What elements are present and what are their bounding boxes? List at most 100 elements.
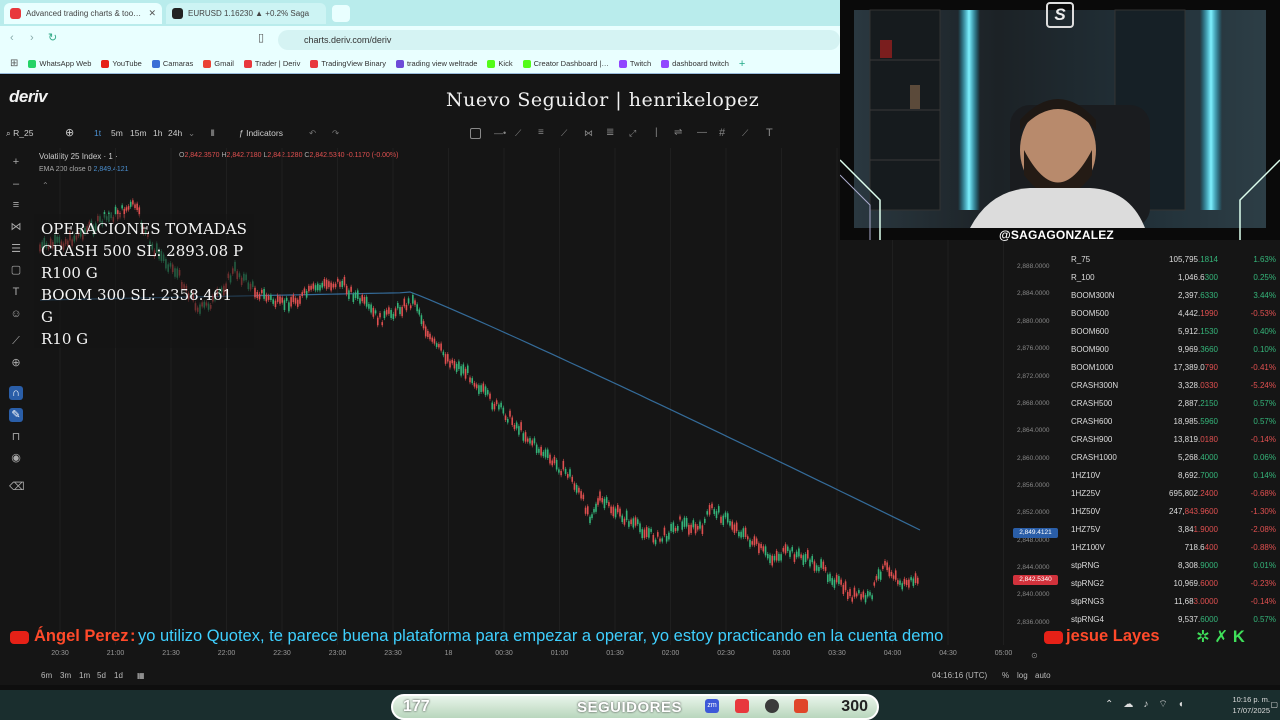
add-chart-icon[interactable]: ⊕ — [65, 126, 74, 139]
watchlist-row[interactable]: BOOM600 5,912.1530 0.40% — [1063, 322, 1280, 340]
brave-icon[interactable] — [794, 699, 808, 713]
bookmark-kick[interactable]: Kick — [487, 59, 513, 68]
ruler-icon[interactable]: ⟋ — [9, 334, 23, 348]
tf-1t[interactable]: 1t — [94, 128, 101, 138]
emoji-icon[interactable]: ☺ — [9, 307, 23, 321]
vertical-line-tool-icon[interactable]: | — [655, 127, 658, 138]
text-icon[interactable]: T — [9, 285, 23, 299]
text-tool-icon[interactable]: T — [766, 127, 773, 139]
ema-legend[interactable]: EMA 200 close 0 2,849.4121 — [39, 166, 129, 173]
bookmark-creator-dashboard[interactable]: Creator Dashboard |… — [522, 59, 609, 68]
reload-icon[interactable]: ↻ — [48, 31, 57, 44]
horizontal-line-tool-icon[interactable]: — — [697, 127, 707, 138]
list-icon[interactable]: ☰ — [9, 242, 23, 256]
range-1d[interactable]: 1d — [114, 671, 123, 680]
bookmark-gmail[interactable]: Gmail — [203, 59, 234, 68]
bookmark-tradingview-binary[interactable]: TradingView Binary — [310, 59, 386, 68]
watchlist-row[interactable]: stpRNG2 10,969.6000 -0.23% — [1063, 574, 1280, 592]
rectangle-tool-icon[interactable] — [470, 128, 481, 139]
watchlist-row[interactable]: stpRNG4 9,537.6000 0.57% — [1063, 610, 1280, 628]
indicators-button[interactable]: ƒ Indicators — [239, 128, 283, 138]
ray-tool-icon[interactable]: —• — [494, 128, 506, 138]
watchlist-row[interactable]: CRASH1000 5,268.4000 0.06% — [1063, 448, 1280, 466]
symbol-search[interactable]: ⌕ R_25 — [6, 128, 33, 139]
tf-15m[interactable]: 15m — [130, 128, 147, 138]
bookmark-twitch[interactable]: Twitch — [618, 59, 651, 68]
pitchfork-tool-icon[interactable]: ⤢ — [629, 128, 636, 139]
bookmark-tradingview-weltrade[interactable]: trading view weltrade — [395, 59, 477, 68]
notification-icon[interactable]: ▢ — [1270, 700, 1278, 709]
watchlist-row[interactable]: BOOM1000 17,389.0790 -0.41% — [1063, 358, 1280, 376]
tf-5m[interactable]: 5m — [111, 128, 123, 138]
log-scale-toggle[interactable]: log — [1017, 671, 1028, 680]
pencil-lock-icon[interactable]: ✎ — [9, 408, 23, 422]
tf-24h[interactable]: 24h — [168, 128, 182, 138]
url-field[interactable]: charts.deriv.com/deriv — [278, 30, 840, 50]
percent-scale-toggle[interactable]: % — [1002, 671, 1009, 680]
range-6m[interactable]: 6m — [41, 671, 52, 680]
apps-grid-icon[interactable]: ⊞ — [10, 58, 18, 69]
tf-1h[interactable]: 1h — [153, 128, 162, 138]
bookmark-camaras[interactable]: Camaras — [151, 59, 193, 68]
magnet-icon[interactable]: ∩ — [9, 386, 23, 400]
zoom-icon[interactable]: ⊕ — [9, 356, 23, 370]
redo-icon[interactable]: ↷ — [332, 128, 339, 139]
watchlist-row[interactable]: 1HZ25V 695,802.2400 -0.68% — [1063, 484, 1280, 502]
deriv-app-icon[interactable] — [735, 699, 749, 713]
trend-tool-icon[interactable]: ⟋ — [515, 128, 521, 139]
range-1m[interactable]: 1m — [79, 671, 90, 680]
watchlist-row[interactable]: R_100 1,046.6300 0.25% — [1063, 268, 1280, 286]
system-clock[interactable]: 10:16 p. m. 17/07/2025 — [1232, 694, 1270, 716]
new-tab-button[interactable] — [332, 5, 350, 22]
watchlist-row[interactable]: 1HZ75V 3,841.9000 -2.08% — [1063, 520, 1280, 538]
range-5d[interactable]: 5d — [97, 671, 106, 680]
bookmark-whatsapp[interactable]: WhatsApp Web — [28, 59, 91, 68]
pattern-tool-icon[interactable]: ⋈ — [584, 128, 593, 139]
bookmark-icon[interactable]: ▯ — [258, 31, 264, 44]
grid-tool-icon[interactable]: # — [719, 127, 725, 139]
parallel-tool-icon[interactable]: ⇌ — [674, 127, 682, 138]
pattern-icon[interactable]: ⋈ — [9, 220, 23, 234]
close-tab-icon[interactable]: ✕ — [148, 8, 156, 19]
watchlist-row[interactable]: BOOM900 9,969.3660 0.10% — [1063, 340, 1280, 358]
gann-tool-icon[interactable]: ≣ — [606, 127, 614, 138]
time-axis[interactable]: 20:30 21:00 21:30 22:00 22:30 23:00 23:30 18 00:… — [0, 650, 1063, 662]
watchlist-row[interactable]: 1HZ100V 718.6400 -0.88% — [1063, 538, 1280, 556]
line-tool-icon[interactable]: – — [9, 177, 23, 191]
watchlist-row[interactable]: R_75 105,795.1814 1.63% — [1063, 250, 1280, 268]
undo-icon[interactable]: ↶ — [309, 128, 316, 139]
range-3m[interactable]: 3m — [60, 671, 71, 680]
auto-scale-toggle[interactable]: auto — [1035, 671, 1051, 680]
channel-tool-icon[interactable]: ⟋ — [561, 128, 567, 139]
bookmark-trader-deriv[interactable]: Trader | Deriv — [243, 59, 300, 68]
trash-icon[interactable]: ⌫ — [9, 480, 25, 494]
menu-lines-icon[interactable]: ≡ — [9, 198, 23, 212]
eye-icon[interactable]: ◉ — [9, 451, 23, 465]
watchlist-row[interactable]: BOOM500 4,442.1990 -0.53% — [1063, 304, 1280, 322]
fib-tool-icon[interactable]: ≡ — [538, 127, 544, 138]
add-bookmark-icon[interactable]: + — [739, 58, 745, 70]
back-icon[interactable]: ‹ — [10, 32, 14, 44]
line-tool-icon[interactable]: ⟋ — [742, 128, 748, 139]
tab-deriv[interactable]: Advanced trading charts & too… ✕ — [4, 3, 162, 24]
lock-icon[interactable]: ⊓ — [9, 430, 23, 444]
tray-icons[interactable]: ⌃☁♪⌔◖ — [1105, 698, 1194, 711]
chevron-down-icon[interactable]: ⌄ — [188, 128, 195, 139]
watchlist-row[interactable]: stpRNG3 11,683.0000 -0.14% — [1063, 592, 1280, 610]
taskbar-app-icon[interactable]: zm — [705, 699, 719, 713]
collapse-legend-icon[interactable]: ⌃ — [42, 181, 49, 190]
settings-circle-icon[interactable]: ⊙ — [1031, 651, 1038, 660]
watchlist-row[interactable]: 1HZ50V 247,843.9600 -1.30% — [1063, 502, 1280, 520]
tab-tradingview[interactable]: EURUSD 1.16230 ▲ +0.2% Saga — [166, 3, 326, 24]
watchlist-row[interactable]: 1HZ10V 8,692.7000 0.14% — [1063, 466, 1280, 484]
forward-icon[interactable]: › — [30, 32, 34, 44]
watchlist-row[interactable]: CRASH900 13,819.0180 -0.14% — [1063, 430, 1280, 448]
obs-icon[interactable] — [765, 699, 779, 713]
calendar-icon[interactable]: ▦ — [137, 671, 145, 680]
watchlist-row[interactable]: CRASH300N 3,328.0330 -5.24% — [1063, 376, 1280, 394]
bookmark-dashboard-twitch[interactable]: dashboard twitch — [661, 59, 729, 68]
crosshair-icon[interactable]: + — [9, 155, 23, 169]
watchlist-row[interactable]: CRASH600 18,985.5960 0.57% — [1063, 412, 1280, 430]
chart-type-icon[interactable]: ⫴ — [211, 128, 215, 139]
bookmark-youtube[interactable]: YouTube — [101, 59, 142, 68]
